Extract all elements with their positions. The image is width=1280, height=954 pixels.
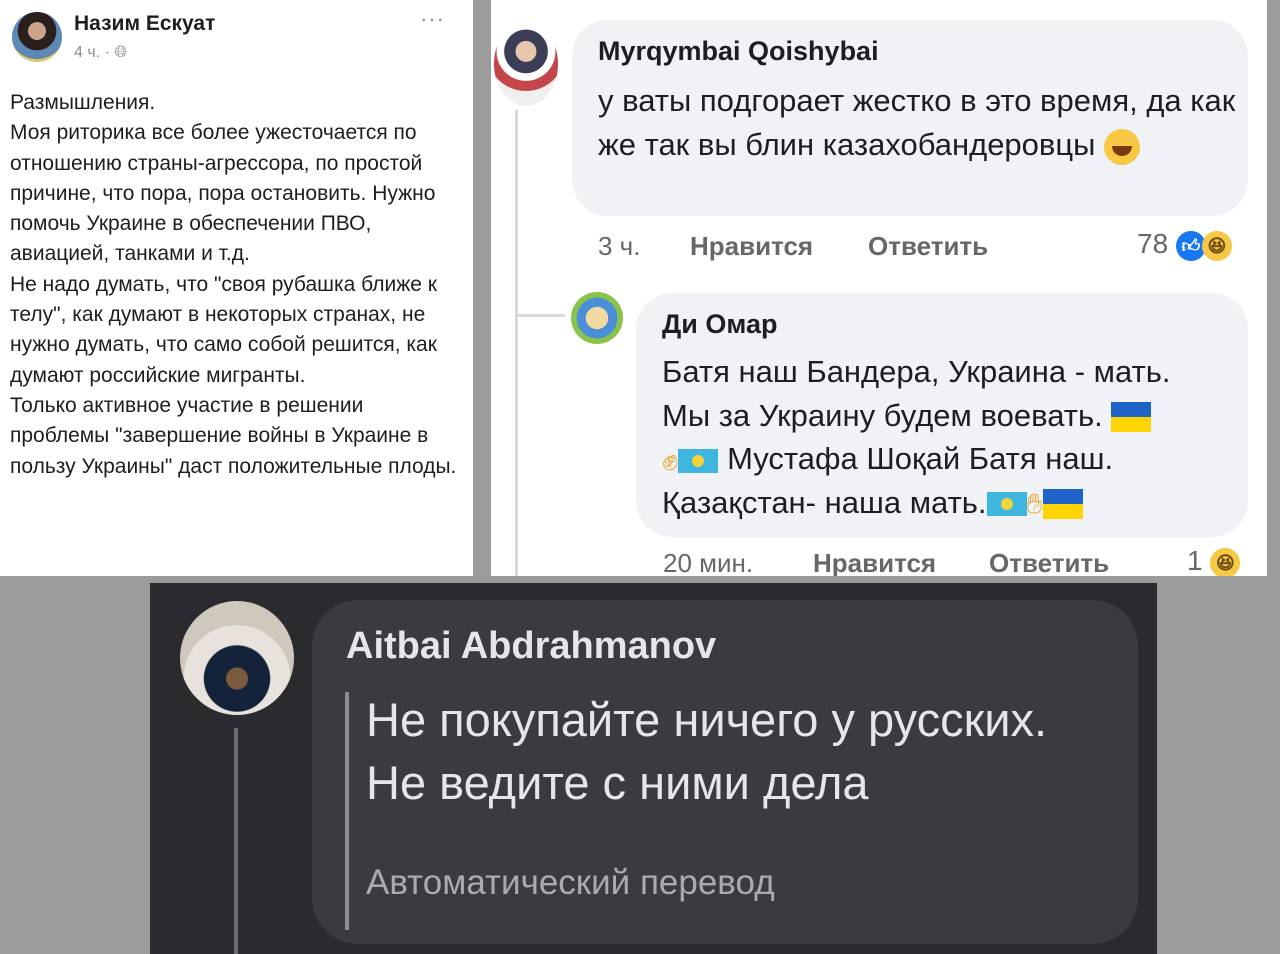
reply-line-text: Мы за Украину будем воевать.	[662, 397, 1103, 433]
thread-line-continue	[515, 316, 518, 576]
author-avatar[interactable]	[12, 12, 62, 62]
ukraine-flag-icon	[1111, 402, 1152, 433]
reply-line-text: Қазақстан- наша мать.	[662, 484, 987, 520]
post-paragraph: Размышления.	[10, 91, 156, 114]
comment-author[interactable]: Aitbai Abdrahmanov	[346, 625, 716, 668]
reaction-summary[interactable]: 78 👍︎ 😆︎	[1137, 228, 1232, 261]
comment-bubble: Myrqymbai Qoishybai у ваты подгорает жес…	[572, 20, 1248, 216]
kazakhstan-flag-icon	[678, 448, 719, 473]
comment-bubble: Aitbai Abdrahmanov Не покупайте ничего у…	[312, 600, 1138, 944]
reaction-summary[interactable]: 1 😆︎	[1187, 545, 1241, 576]
reply-line: ✊︎ Мустафа Шоқай Батя наш.	[662, 437, 1242, 481]
reply-author[interactable]: Ди Омар	[662, 309, 777, 340]
post-paragraph: Моя риторика все более ужесточается по о…	[10, 121, 436, 266]
like-button[interactable]: Нравится	[813, 548, 936, 576]
thread-line-branch	[515, 314, 565, 317]
post-time[interactable]: 4 ч. ·	[74, 44, 114, 61]
comment-text: у ваты подгорает жестко в это время, да …	[598, 79, 1238, 167]
comment-text: Не покупайте ничего у русских. Не ведите…	[366, 693, 1048, 809]
reaction-count: 1	[1187, 545, 1203, 576]
dark-comment-panel: Aitbai Abdrahmanov Не покупайте ничего у…	[150, 583, 1157, 954]
globe-icon: 🌐︎	[114, 44, 128, 61]
reaction-count: 78	[1137, 228, 1169, 259]
haha-reaction-icon: 😆︎	[1201, 230, 1232, 261]
reply-button[interactable]: Ответить	[989, 548, 1109, 576]
commenter-avatar[interactable]	[180, 601, 294, 715]
commenter-avatar[interactable]	[571, 292, 623, 344]
auto-translation-label[interactable]: Автоматический перевод	[366, 863, 775, 903]
ukraine-flag-icon	[1042, 489, 1083, 520]
laughing-tears-emoji-icon	[1104, 128, 1141, 165]
post-body: Размышления. Моя риторика все более ужес…	[10, 88, 465, 482]
raised-fist-icon: ✊︎	[662, 443, 679, 477]
reply-text: Батя наш Бандера, Украина - мать. Мы за …	[662, 350, 1242, 524]
comments-panel: Myrqymbai Qoishybai у ваты подгорает жес…	[491, 0, 1267, 576]
comment-time[interactable]: 3 ч.	[598, 231, 640, 262]
post-author-name[interactable]: Назим Ескуат	[74, 12, 215, 36]
reply-line: Мы за Украину будем воевать.	[662, 394, 1242, 438]
thread-line	[515, 110, 518, 315]
reply-line-text: Батя наш Бандера, Украина - мать.	[662, 354, 1171, 389]
more-options-icon[interactable]: ···	[420, 6, 445, 32]
like-button[interactable]: Нравится	[690, 231, 813, 262]
reply-bubble: Ди Омар Батя наш Бандера, Украина - мать…	[636, 293, 1248, 537]
reply-line-text: Мустафа Шоқай Батя наш.	[727, 441, 1114, 476]
haha-reaction-icon: 😆︎	[1210, 547, 1241, 576]
handshake-icon: ✋︎	[1026, 488, 1043, 520]
reply-line: Қазақстан- наша мать. ✋︎	[662, 481, 1242, 525]
post-paragraph: Только активное участие в решении пробле…	[10, 393, 457, 478]
reply-time[interactable]: 20 мин.	[663, 548, 753, 576]
reply-line: Батя наш Бандера, Украина - мать.	[662, 350, 1242, 394]
post-meta: 4 ч. · 🌐︎	[74, 44, 127, 62]
comment-author[interactable]: Myrqymbai Qoishybai	[598, 36, 879, 67]
commenter-avatar[interactable]	[494, 22, 558, 106]
post-panel: Назим Ескуат 4 ч. · 🌐︎ ··· Размышления. …	[0, 0, 473, 576]
post-paragraph: Не надо думать, что "своя рубашка ближе …	[10, 272, 437, 387]
kazakhstan-flag-icon	[986, 492, 1027, 517]
reply-button[interactable]: Ответить	[868, 231, 988, 262]
translation-quote-bar	[345, 692, 349, 930]
thread-line	[234, 728, 238, 954]
